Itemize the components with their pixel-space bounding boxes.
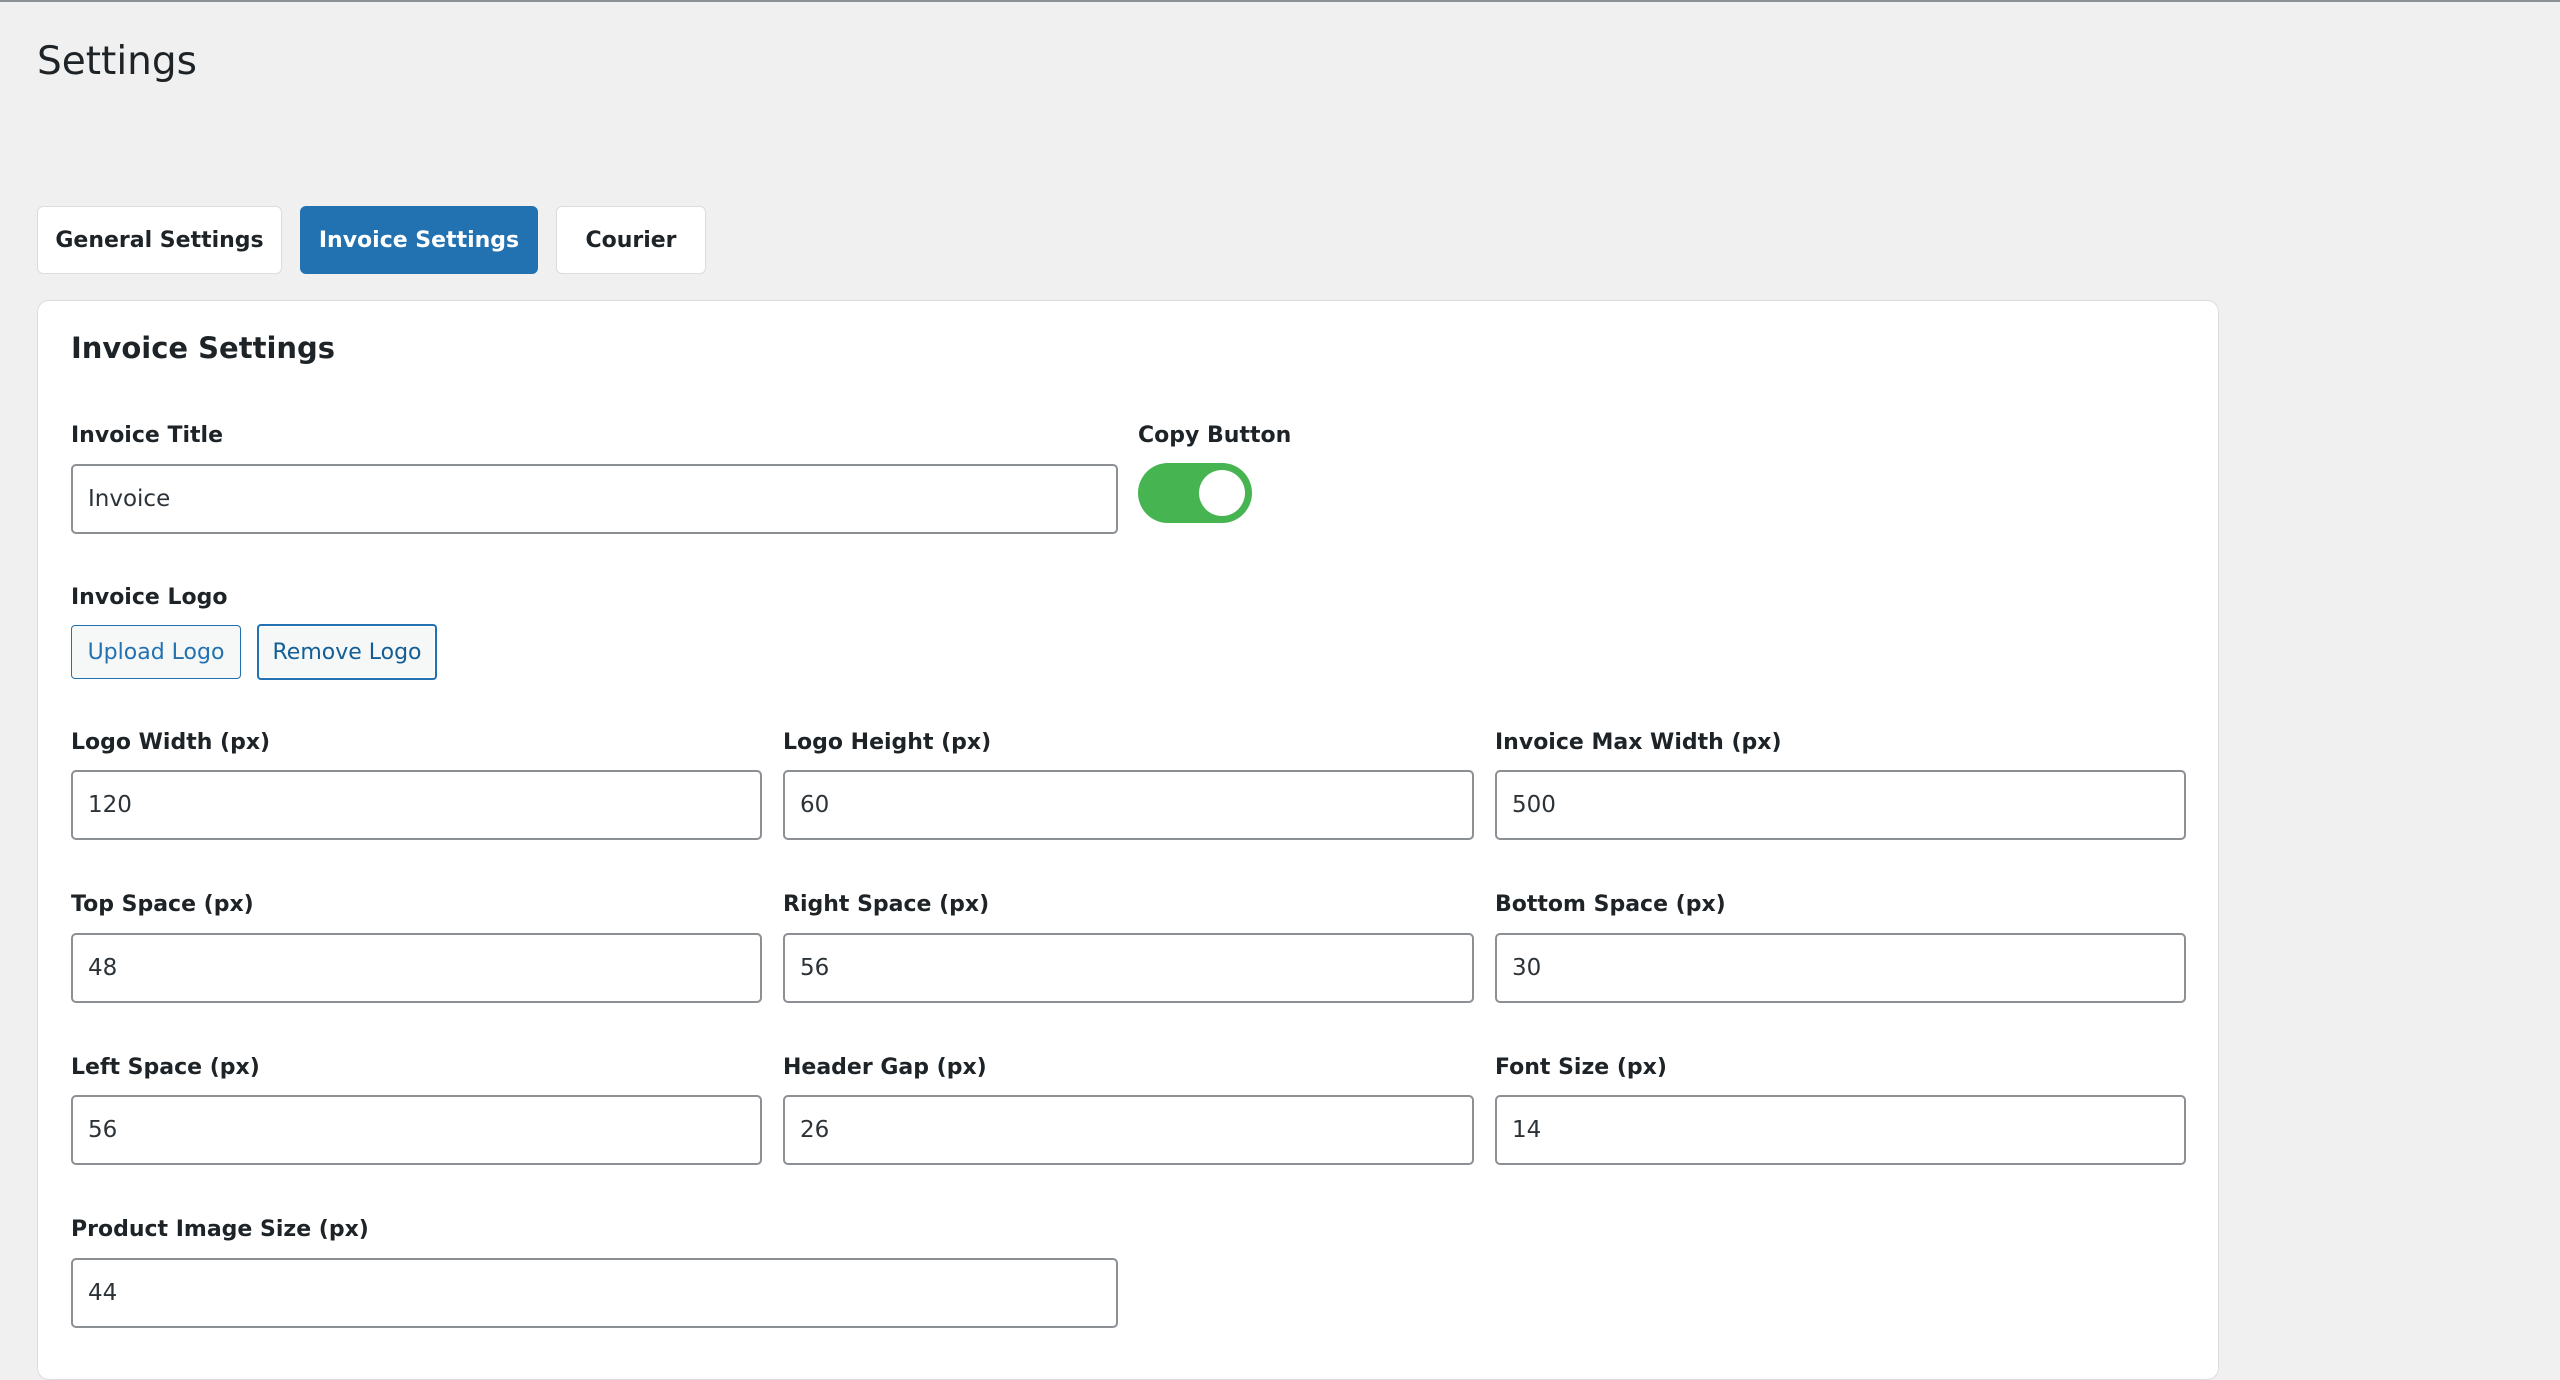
top-border bbox=[0, 0, 2560, 2]
product-image-size-label: Product Image Size (px) bbox=[71, 1217, 369, 1242]
tab-general-settings[interactable]: General Settings bbox=[37, 206, 282, 274]
right-space-input[interactable] bbox=[783, 933, 1474, 1003]
tab-invoice-settings[interactable]: Invoice Settings bbox=[300, 206, 538, 274]
top-space-input[interactable] bbox=[71, 933, 762, 1003]
card-title: Invoice Settings bbox=[71, 331, 336, 365]
remove-logo-button[interactable]: Remove Logo bbox=[257, 624, 437, 680]
top-space-label: Top Space (px) bbox=[71, 892, 254, 917]
copy-button-label: Copy Button bbox=[1138, 423, 1292, 448]
product-image-size-input[interactable] bbox=[71, 1258, 1118, 1328]
left-space-input[interactable] bbox=[71, 1095, 762, 1165]
font-size-label: Font Size (px) bbox=[1495, 1055, 1667, 1080]
logo-width-label: Logo Width (px) bbox=[71, 730, 271, 755]
font-size-input[interactable] bbox=[1495, 1095, 2186, 1165]
invoice-max-width-label: Invoice Max Width (px) bbox=[1495, 730, 1782, 755]
right-space-label: Right Space (px) bbox=[783, 892, 990, 917]
invoice-settings-card: Invoice Settings Invoice Title Copy Butt… bbox=[37, 300, 2219, 1380]
bottom-space-input[interactable] bbox=[1495, 933, 2186, 1003]
toggle-knob bbox=[1199, 470, 1245, 516]
upload-logo-button[interactable]: Upload Logo bbox=[71, 625, 241, 679]
invoice-max-width-input[interactable] bbox=[1495, 770, 2186, 840]
header-gap-input[interactable] bbox=[783, 1095, 1474, 1165]
tab-courier[interactable]: Courier bbox=[556, 206, 706, 274]
header-gap-label: Header Gap (px) bbox=[783, 1055, 987, 1080]
logo-height-input[interactable] bbox=[783, 770, 1474, 840]
logo-height-label: Logo Height (px) bbox=[783, 730, 992, 755]
bottom-space-label: Bottom Space (px) bbox=[1495, 892, 1726, 917]
invoice-title-input[interactable] bbox=[71, 464, 1118, 534]
page-title: Settings bbox=[37, 39, 197, 84]
invoice-logo-label: Invoice Logo bbox=[71, 585, 228, 610]
left-space-label: Left Space (px) bbox=[71, 1055, 260, 1080]
settings-tabs: General Settings Invoice Settings Courie… bbox=[37, 206, 706, 276]
copy-button-toggle[interactable] bbox=[1138, 463, 1252, 523]
invoice-title-label: Invoice Title bbox=[71, 423, 223, 448]
logo-width-input[interactable] bbox=[71, 770, 762, 840]
